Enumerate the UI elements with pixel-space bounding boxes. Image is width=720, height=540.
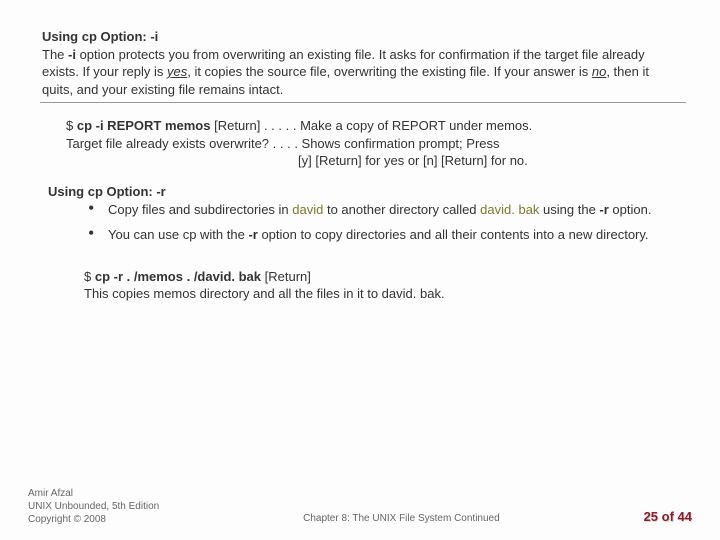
section-cp-r: Using cp Option: -r • Copy files and sub… — [42, 184, 678, 317]
bullet-icon: • — [48, 201, 108, 215]
slide-content: Using cp Option: -i The -i option protec… — [0, 0, 720, 317]
text: using the — [539, 202, 599, 217]
option-r: -r — [248, 227, 257, 242]
footer-author: Amir Afzal UNIX Unbounded, 5th Edition C… — [28, 487, 159, 526]
bullet-icon: • — [48, 226, 108, 240]
text: The — [42, 47, 68, 62]
author: Amir Afzal — [28, 488, 73, 499]
dir-david-bak: david. bak — [480, 202, 539, 217]
page-number: 25 of 44 — [644, 509, 692, 526]
footer: Amir Afzal UNIX Unbounded, 5th Edition C… — [0, 487, 720, 526]
footer-chapter: Chapter 8: The UNIX File System Continue… — [159, 513, 643, 526]
example-r: $ cp -r . /memos . /david. bak [Return] … — [48, 250, 678, 317]
option-i: -i — [68, 47, 76, 62]
text: to another directory called — [323, 202, 480, 217]
section-cp-i: Using cp Option: -i The -i option protec… — [42, 28, 678, 184]
heading-r: Using cp Option: -r — [48, 184, 678, 199]
example-i: $ cp -i REPORT memos [Return] . . . . . … — [42, 103, 678, 184]
text: option to copy directories and all their… — [258, 227, 649, 242]
prompt: $ — [66, 118, 77, 133]
word-yes: yes — [167, 64, 187, 79]
text: Copy files and subdirectories in — [108, 202, 292, 217]
bullet-1: • Copy files and subdirectories in david… — [48, 201, 678, 219]
prompt: $ — [84, 269, 95, 284]
heading-i: Using cp Option: -i — [42, 29, 158, 44]
text: This copies memos directory and all the … — [84, 286, 445, 301]
bullet-2: • You can use cp with the -r option to c… — [48, 226, 678, 244]
text: You can use cp with the — [108, 227, 248, 242]
command: cp -r . /memos . /david. bak — [95, 269, 261, 284]
text: , it copies the source file, overwriting… — [187, 64, 592, 79]
copyright: Copyright © 2008 — [28, 514, 106, 525]
dir-david: david — [292, 202, 323, 217]
word-no: no — [592, 64, 606, 79]
option-r: -r — [599, 202, 608, 217]
text: [y] [Return] for yes or [n] [Return] for… — [66, 152, 528, 170]
text: [Return] . . . . . Make a copy of REPORT… — [210, 118, 532, 133]
text: Target file already exists overwrite? . … — [66, 136, 500, 151]
command: cp -i REPORT memos — [77, 118, 211, 133]
text: [Return] — [261, 269, 311, 284]
book-title: UNIX Unbounded, 5th Edition — [28, 501, 159, 512]
text: option. — [609, 202, 652, 217]
